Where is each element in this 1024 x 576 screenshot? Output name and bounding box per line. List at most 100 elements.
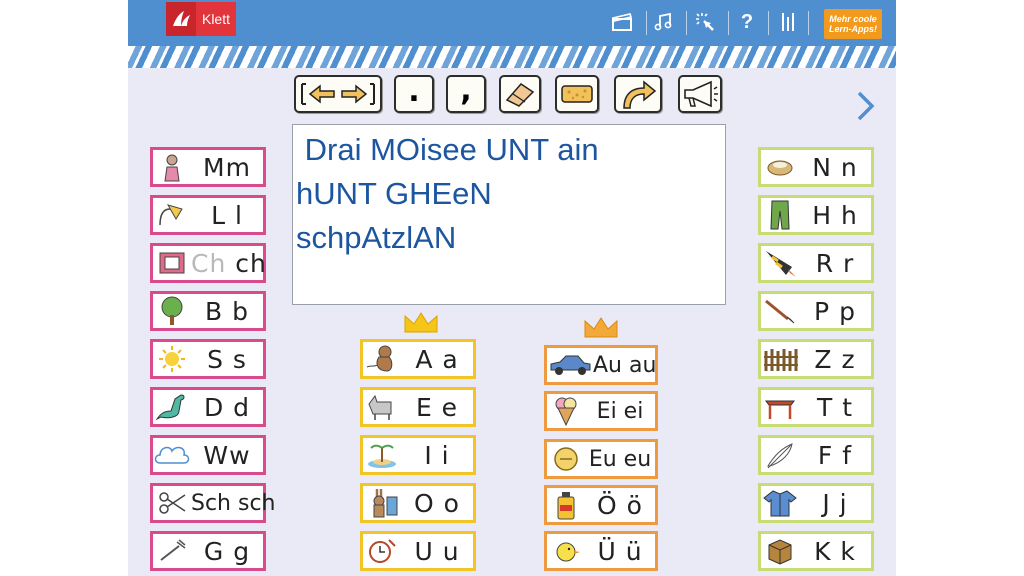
toolbar-divider	[646, 11, 647, 35]
letter-label: N n	[812, 152, 858, 182]
fork-icon	[153, 534, 191, 568]
clapperboard-icon[interactable]	[608, 8, 636, 36]
letter-card-j[interactable]: J j	[758, 483, 874, 523]
book-icon	[153, 246, 191, 280]
vowel-card-u[interactable]: U u	[360, 531, 476, 571]
island-icon	[363, 438, 401, 472]
vowel-card-eu[interactable]: Eu eu	[544, 439, 658, 479]
car-icon	[547, 348, 593, 382]
table-icon	[761, 390, 799, 424]
letter-card-k[interactable]: K k	[758, 531, 874, 571]
letter-card-b[interactable]: B b	[150, 291, 266, 331]
letter-card-sch[interactable]: Sch sch	[150, 483, 276, 523]
letter-card-r[interactable]: R r	[758, 243, 874, 283]
eraser-button[interactable]	[499, 75, 541, 113]
letter-label-gray: Ch	[191, 248, 227, 278]
letter-label: G g	[203, 536, 251, 566]
jacket-icon	[761, 486, 799, 520]
letter-label: Ww	[203, 440, 251, 470]
rabbit-icon	[363, 486, 401, 520]
writing-text-area[interactable]: Drai MOisee UNT ain hUNT GHEeN schpAtzlA…	[292, 124, 726, 305]
letter-label: E e	[415, 392, 459, 422]
letter-card-m[interactable]: Mm	[150, 147, 266, 187]
vowel-card-e[interactable]: E e	[360, 387, 476, 427]
lamp-icon	[153, 198, 191, 232]
vowel-card-au[interactable]: Au au	[544, 345, 658, 385]
letter-label: Mm	[203, 152, 251, 182]
eraser-icon	[505, 83, 535, 107]
klett-logo-text: Klett	[195, 2, 236, 36]
nest-icon	[761, 150, 799, 184]
letter-card-p[interactable]: P p	[758, 291, 874, 331]
megaphone-icon	[684, 80, 718, 108]
letter-card-h[interactable]: H h	[758, 195, 874, 235]
clock-icon	[363, 534, 401, 568]
letter-label: Sch sch	[191, 490, 276, 516]
coin-icon	[547, 442, 585, 476]
chick-icon	[547, 534, 585, 568]
vowel-card-oe[interactable]: Ö ö	[544, 485, 658, 525]
letter-card-t[interactable]: T t	[758, 387, 874, 427]
toolbar-divider	[768, 11, 769, 35]
letter-card-l[interactable]: L l	[150, 195, 266, 235]
vowel-card-ue[interactable]: Ü ü	[544, 531, 658, 571]
scissors-icon	[153, 486, 191, 520]
toolbar-divider	[728, 11, 729, 35]
klett-logo-icon	[166, 2, 196, 36]
vowel-card-o[interactable]: O o	[360, 483, 476, 523]
more-apps-line2: Lern-Apps!	[829, 24, 877, 34]
vowel-card-i[interactable]: I i	[360, 435, 476, 475]
klett-logo: Klett	[166, 2, 236, 36]
letter-card-w[interactable]: Ww	[150, 435, 266, 475]
letter-label: Ü ü	[597, 536, 643, 566]
more-apps-button[interactable]: Mehr coole Lern-Apps!	[824, 9, 882, 39]
tap-icon[interactable]	[691, 8, 719, 36]
top-bar: Klett ? Mehr coole Lern-Apps!	[128, 0, 896, 46]
more-apps-line1: Mehr coole	[829, 14, 877, 24]
rocket-icon	[761, 246, 799, 280]
letter-label: Z z	[814, 344, 856, 374]
letter-card-d[interactable]: D d	[150, 387, 266, 427]
period-button[interactable]: .	[394, 73, 434, 113]
donkey-icon	[363, 390, 401, 424]
fence-icon	[761, 342, 799, 376]
settings-icon[interactable]	[774, 8, 802, 36]
dinosaur-icon	[153, 390, 191, 424]
letter-card-s[interactable]: S s	[150, 339, 266, 379]
letter-label: S s	[207, 344, 247, 374]
letter-label: Ch ch	[191, 249, 267, 278]
return-arrow-icon	[623, 80, 657, 109]
letter-label: Ei ei	[596, 398, 644, 424]
vowel-card-a[interactable]: A a	[360, 339, 476, 379]
letter-label: H h	[812, 200, 858, 230]
letter-label: F f	[817, 440, 853, 470]
letter-label: O o	[414, 488, 460, 518]
letter-card-f[interactable]: F f	[758, 435, 874, 475]
letter-label: I i	[424, 440, 450, 470]
letter-label: L l	[211, 200, 243, 230]
vowel-card-ei[interactable]: Ei ei	[544, 391, 658, 431]
period-label: .	[408, 73, 420, 109]
letter-card-z[interactable]: Z z	[758, 339, 874, 379]
read-aloud-button[interactable]	[678, 75, 722, 113]
letter-label: Eu eu	[588, 446, 652, 472]
next-page-chevron-icon[interactable]	[854, 88, 878, 124]
sponge-icon	[561, 85, 593, 103]
letter-card-g[interactable]: G g	[150, 531, 266, 571]
music-note-icon[interactable]	[649, 8, 677, 36]
text-line: schpAtzlAN	[296, 220, 457, 255]
ice-cream-icon	[547, 394, 585, 428]
space-arrows-button[interactable]	[294, 75, 382, 113]
tree-icon	[153, 294, 191, 328]
letter-label: Ö ö	[597, 490, 643, 520]
return-button[interactable]	[614, 75, 662, 113]
letter-label: R r	[815, 248, 855, 278]
letter-card-n[interactable]: N n	[758, 147, 874, 187]
comma-button[interactable]: ,	[446, 73, 486, 113]
help-icon[interactable]: ?	[733, 8, 761, 36]
letter-label: J j	[822, 488, 848, 518]
crown-icon	[404, 312, 438, 333]
feather-icon	[761, 438, 799, 472]
letter-card-ch[interactable]: Ch ch	[150, 243, 266, 283]
sponge-button[interactable]	[555, 75, 599, 113]
